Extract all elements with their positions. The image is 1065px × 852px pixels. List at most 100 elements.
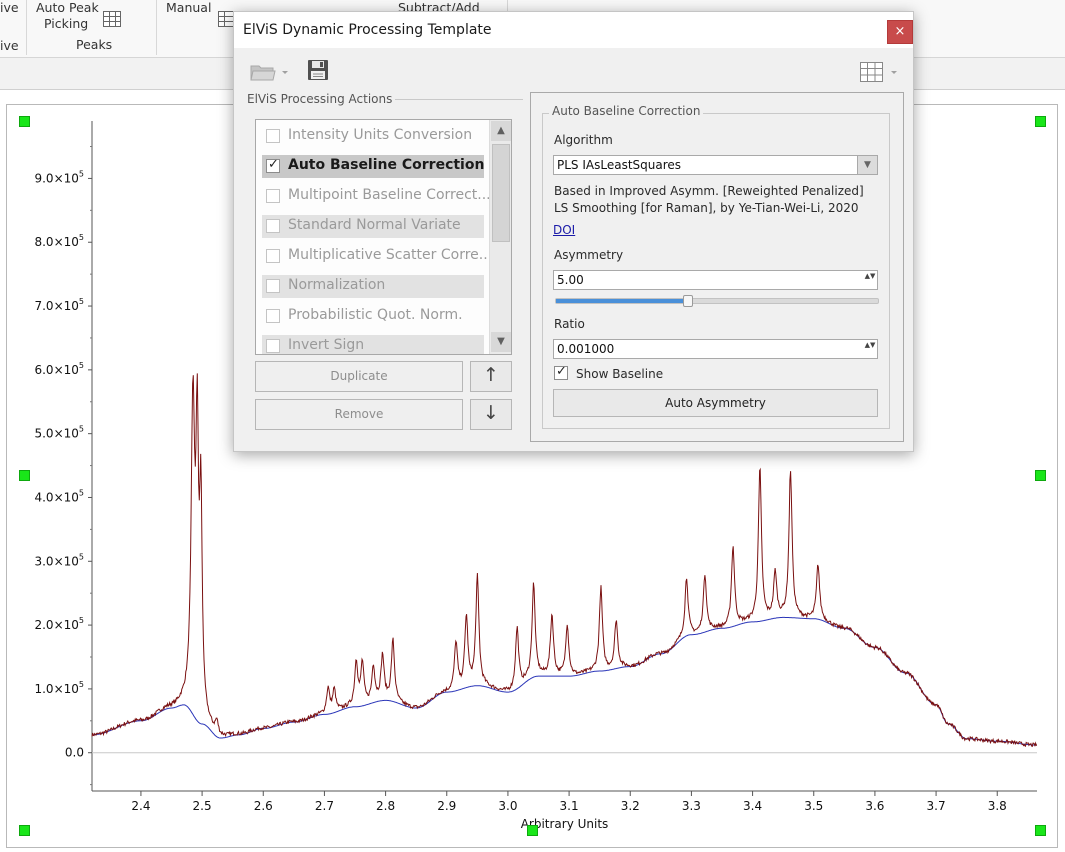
checkbox[interactable]	[266, 189, 280, 203]
x-tick-label: 3.3	[682, 799, 701, 813]
remove-button[interactable]: Remove	[255, 399, 463, 430]
resize-handle-bottom-right[interactable]	[1035, 825, 1046, 836]
x-tick-label: 2.7	[315, 799, 334, 813]
list-item[interactable]: Intensity Units Conversion	[262, 125, 484, 148]
move-down-button[interactable]: ↓	[470, 399, 512, 430]
duplicate-button[interactable]: Duplicate	[255, 361, 463, 392]
list-item-label: Multiplicative Scatter Corre...	[288, 247, 493, 263]
list-item[interactable]: Multiplicative Scatter Corre...	[262, 245, 492, 268]
x-tick-label: 3.0	[498, 799, 517, 813]
list-item-label: Standard Normal Variate	[288, 217, 461, 233]
list-item[interactable]: Normalization	[262, 275, 484, 298]
checkbox-checked[interactable]: ✓	[266, 157, 280, 173]
list-scrollbar[interactable]: ▲ ▼	[489, 120, 511, 354]
x-tick-label: 2.6	[254, 799, 273, 813]
arrow-down-icon: ↓	[483, 402, 499, 424]
baseline-series-line	[92, 616, 1037, 746]
y-tick-label: 7.0×105	[34, 297, 84, 313]
list-item-selected[interactable]: ✓ Auto Baseline Correction	[262, 155, 484, 178]
algorithm-description-line2: LS Smoothing [for Raman], by Ye-Tian-Wei…	[554, 201, 859, 215]
x-tick-label: 3.2	[621, 799, 640, 813]
y-tick-label: 0.0	[65, 746, 84, 760]
resize-handle-middle-left[interactable]	[19, 470, 30, 481]
y-tick-label: 4.0×105	[34, 488, 84, 504]
show-baseline-checkbox[interactable]: ✓	[554, 364, 568, 380]
resize-handle-middle-right[interactable]	[1035, 470, 1046, 481]
x-tick-label: 2.9	[437, 799, 456, 813]
x-tick-label: 3.7	[927, 799, 946, 813]
scroll-thumb[interactable]	[492, 144, 510, 242]
algorithm-label: Algorithm	[554, 133, 613, 147]
list-item[interactable]: Invert Sign	[262, 335, 484, 354]
checkbox[interactable]	[266, 339, 280, 353]
x-tick-label: 3.1	[560, 799, 579, 813]
y-tick-label: 1.0×105	[34, 680, 84, 696]
checkbox[interactable]	[266, 279, 280, 293]
resize-handle-top-left[interactable]	[19, 116, 30, 127]
resize-handle-top-right[interactable]	[1035, 116, 1046, 127]
x-tick-label: 3.5	[804, 799, 823, 813]
list-item-label: Invert Sign	[288, 337, 365, 353]
save-icon[interactable]	[307, 59, 329, 81]
list-item[interactable]: Standard Normal Variate	[262, 215, 484, 238]
x-tick-label: 2.4	[131, 799, 150, 813]
auto-asymmetry-button[interactable]: Auto Asymmetry	[553, 389, 878, 417]
checkmark-icon: ✓	[556, 364, 567, 379]
x-tick-label: 3.6	[865, 799, 884, 813]
list-item-label: Probabilistic Quot. Norm.	[288, 307, 463, 323]
group-divider	[392, 99, 523, 100]
resize-handle-bottom-center[interactable]	[527, 825, 538, 836]
arrow-up-icon: ↑	[483, 364, 499, 386]
asymmetry-input[interactable]: 5.00 ▲▼	[553, 270, 878, 290]
slider-fill	[556, 299, 689, 303]
checkmark-icon: ✓	[268, 157, 279, 172]
checkbox[interactable]	[266, 219, 280, 233]
actions-group-label: ElViS Processing Actions	[244, 92, 396, 106]
list-item[interactable]: Multipoint Baseline Correct...	[262, 185, 491, 208]
y-tick-label: 8.0×105	[34, 233, 84, 249]
checkbox[interactable]	[266, 309, 280, 323]
y-tick-label: 9.0×105	[34, 169, 84, 185]
scroll-up-icon[interactable]: ▲	[491, 121, 511, 141]
y-tick-label: 2.0×105	[34, 616, 84, 632]
asymmetry-value: 5.00	[557, 273, 584, 287]
ratio-input[interactable]: 0.001000 ▲▼	[553, 339, 878, 359]
ratio-label: Ratio	[554, 317, 585, 331]
spinner-arrows-icon[interactable]: ▲▼	[864, 272, 876, 288]
algorithm-description-line1: Based in Improved Asymm. [Reweighted Pen…	[554, 184, 864, 198]
list-item-label: Normalization	[288, 277, 386, 293]
checkbox[interactable]	[266, 129, 280, 143]
scroll-down-icon[interactable]: ▼	[491, 332, 511, 352]
x-tick-label: 2.5	[193, 799, 212, 813]
ratio-value: 0.001000	[557, 342, 615, 356]
list-item-label: Multipoint Baseline Correct...	[288, 187, 491, 203]
y-tick-label: 3.0×105	[34, 552, 84, 568]
list-item[interactable]: Probabilistic Quot. Norm.	[262, 305, 484, 328]
dialog-title: ElViS Dynamic Processing Template	[243, 22, 492, 38]
x-tick-label: 3.4	[743, 799, 762, 813]
asymmetry-slider[interactable]	[555, 295, 879, 307]
algorithm-select[interactable]: PLS IAsLeastSquares ▼	[553, 155, 878, 175]
resize-handle-bottom-left[interactable]	[19, 825, 30, 836]
spinner-arrows-icon[interactable]: ▲▼	[864, 341, 876, 357]
open-folder-icon[interactable]	[250, 62, 290, 82]
close-icon: ×	[894, 24, 906, 39]
processing-template-dialog: ElViS Dynamic Processing Template × ElVi…	[233, 11, 914, 452]
close-button[interactable]: ×	[887, 20, 913, 44]
x-tick-label: 3.8	[988, 799, 1007, 813]
y-tick-label: 5.0×105	[34, 425, 84, 441]
algorithm-value: PLS IAsLeastSquares	[557, 158, 682, 172]
list-item-label: Auto Baseline Correction	[288, 157, 485, 173]
show-baseline-label: Show Baseline	[576, 367, 664, 381]
slider-thumb[interactable]	[683, 295, 694, 307]
x-tick-label: 2.8	[376, 799, 395, 813]
table-view-icon[interactable]	[860, 62, 900, 82]
move-up-button[interactable]: ↑	[470, 361, 512, 392]
doi-link[interactable]: DOI	[553, 223, 575, 237]
chevron-down-icon[interactable]: ▼	[857, 156, 877, 174]
y-tick-label: 6.0×105	[34, 361, 84, 377]
properties-group-label: Auto Baseline Correction	[549, 104, 704, 118]
checkbox[interactable]	[266, 249, 280, 263]
dialog-title-bar[interactable]: ElViS Dynamic Processing Template ×	[234, 12, 913, 48]
actions-list[interactable]: Intensity Units Conversion ✓ Auto Baseli…	[255, 119, 512, 355]
